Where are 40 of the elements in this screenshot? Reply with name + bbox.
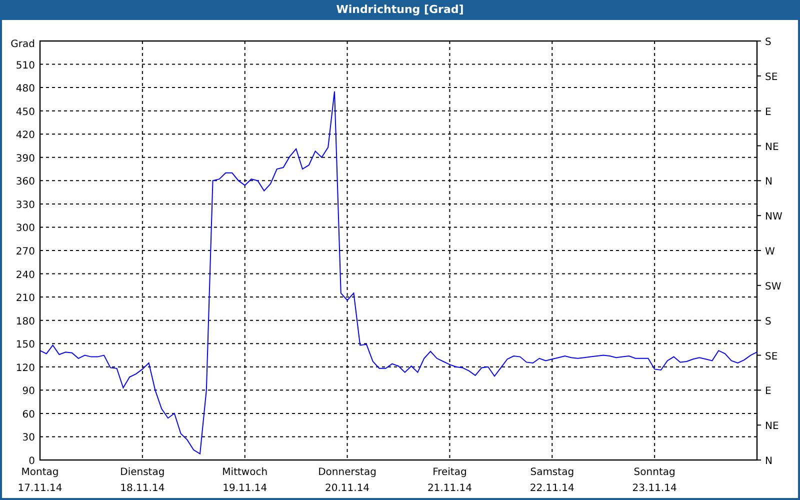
- y-tick-label: 210: [16, 293, 35, 304]
- right-tick-label: NE: [765, 142, 779, 153]
- x-tick-label: Mittwoch 19.11.14: [222, 467, 268, 494]
- right-tick-label: SE: [765, 72, 778, 83]
- right-tick-label: N: [765, 176, 772, 188]
- y-axis-title: Grad: [10, 39, 35, 50]
- right-tick-label: N: [765, 456, 772, 467]
- x-tick-label: Donnerstag 20.11.14: [318, 467, 376, 494]
- y-tick-label: 30: [22, 432, 35, 444]
- right-tick-label: S: [765, 37, 772, 48]
- y-tick-label: 480: [16, 84, 35, 95]
- y-tick-label: 270: [16, 246, 35, 258]
- y-tick-label: 60: [22, 409, 35, 420]
- y-tick-label: 90: [22, 386, 35, 398]
- y-tick-label: 450: [16, 106, 35, 118]
- right-tick-label: W: [765, 246, 775, 258]
- window-title: Windrichtung [Grad]: [2, 0, 798, 20]
- y-tick-label: 0: [28, 456, 35, 467]
- y-tick-label: 390: [16, 153, 35, 164]
- y-tick-label: 330: [16, 200, 35, 211]
- right-tick-label: NE: [765, 421, 779, 432]
- y-tick-label: 150: [16, 340, 35, 351]
- right-tick-label: SW: [765, 281, 782, 292]
- x-tick-label: Sonntag 23.11.14: [632, 467, 677, 494]
- x-tick-label: Montag 17.11.14: [18, 467, 62, 494]
- y-tick-label: 360: [16, 176, 35, 188]
- y-tick-label: 240: [16, 270, 35, 281]
- right-tick-label: E: [765, 106, 772, 118]
- y-tick-label: 510: [16, 60, 35, 72]
- y-tick-label: 120: [16, 362, 35, 374]
- x-tick-label: Samstag 22.11.14: [530, 467, 574, 494]
- right-tick-label: E: [765, 386, 772, 398]
- x-tick-label: Freitag 21.11.14: [427, 467, 472, 494]
- y-tick-label: 420: [16, 130, 35, 142]
- right-tick-label: SE: [765, 351, 778, 362]
- y-tick-label: 180: [16, 316, 35, 328]
- y-tick-label: 300: [16, 223, 35, 234]
- right-tick-label: S: [765, 316, 772, 328]
- right-tick-label: NW: [765, 212, 782, 223]
- x-tick-label: Dienstag 18.11.14: [120, 467, 165, 494]
